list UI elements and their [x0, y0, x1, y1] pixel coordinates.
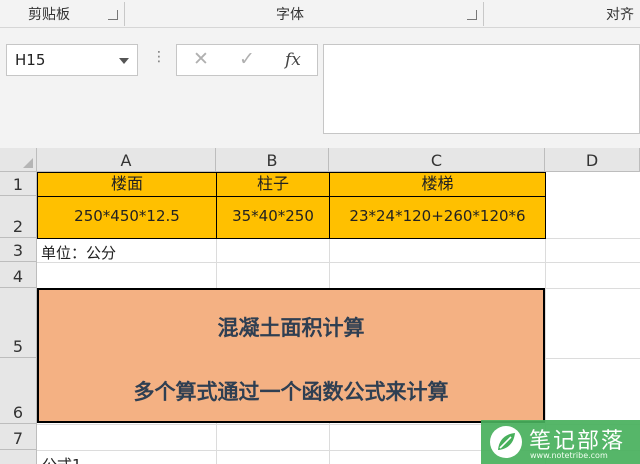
row-number: 2: [12, 217, 24, 236]
cell-b2[interactable]: 35*40*250: [216, 196, 330, 239]
row-number: 3: [12, 241, 24, 260]
spreadsheet-grid: A B C D 1 2 3 4 5 6 7 楼面 柱子 楼梯 250*450*1…: [0, 148, 640, 464]
formula-buttons: ✕ ✓ fx: [176, 44, 318, 76]
cell-a2[interactable]: 250*450*12.5: [37, 196, 217, 239]
row-header-6[interactable]: 6: [0, 358, 37, 424]
row-number: 7: [12, 429, 24, 448]
cell-a3[interactable]: 单位：公分: [41, 242, 116, 263]
gridline: [37, 262, 640, 263]
name-box-value: H15: [15, 51, 46, 69]
ribbon-divider: [124, 2, 125, 26]
row-header-2[interactable]: 2: [0, 196, 37, 238]
leaf-logo-icon: [490, 426, 522, 458]
column-header-a[interactable]: A: [37, 148, 216, 172]
row-header-4[interactable]: 4: [0, 262, 37, 288]
cell-c1[interactable]: 楼梯: [329, 172, 546, 197]
formula-bar: H15 ⋮ ✕ ✓ fx: [0, 28, 640, 148]
font-launcher-icon[interactable]: [467, 10, 477, 20]
ribbon-group-clipboard: 剪贴板: [28, 7, 70, 23]
ribbon-group-font: 字体: [276, 7, 304, 23]
row-number: 1: [12, 175, 24, 194]
insert-function-icon[interactable]: fx: [285, 50, 301, 70]
row-header-5[interactable]: 5: [0, 288, 37, 358]
row-number: 4: [12, 267, 24, 286]
row-header-7[interactable]: 7: [0, 424, 37, 450]
clipboard-launcher-icon[interactable]: [108, 10, 118, 20]
select-all-corner[interactable]: [0, 148, 37, 172]
row-number: 5: [12, 337, 24, 356]
banner-subtitle: 多个算式通过一个函数公式来计算: [133, 380, 449, 404]
more-options-icon[interactable]: ⋮: [152, 50, 166, 64]
row-header-1[interactable]: 1: [0, 172, 37, 196]
ribbon-group-bar: 剪贴板 字体 对齐方: [0, 0, 640, 53]
cell-a8[interactable]: 公式1: [42, 454, 82, 464]
name-box[interactable]: H15: [6, 44, 138, 76]
row-header-8[interactable]: [0, 450, 37, 464]
chevron-down-icon[interactable]: [119, 58, 129, 64]
merged-banner-cell[interactable]: 混凝土面积计算 多个算式通过一个函数公式来计算: [37, 288, 545, 423]
cancel-icon[interactable]: ✕: [193, 48, 209, 70]
confirm-icon[interactable]: ✓: [239, 48, 255, 70]
ribbon-divider: [483, 2, 484, 26]
ribbon-group-alignment: 对齐方: [606, 7, 634, 53]
row-header-3[interactable]: 3: [0, 238, 37, 262]
banner-title: 混凝土面积计算: [217, 316, 365, 340]
watermark: 笔记部落 www.notetribe.com: [481, 420, 640, 464]
column-header-c[interactable]: C: [329, 148, 545, 172]
cell-a1[interactable]: 楼面: [37, 172, 217, 197]
formula-input[interactable]: [323, 44, 640, 134]
cell-b1[interactable]: 柱子: [216, 172, 330, 197]
watermark-url: www.notetribe.com: [530, 451, 608, 460]
row-number: 6: [12, 403, 24, 422]
column-header-b[interactable]: B: [216, 148, 329, 172]
column-header-d[interactable]: D: [545, 148, 640, 172]
cell-c2[interactable]: 23*24*120+260*120*6: [329, 196, 546, 239]
